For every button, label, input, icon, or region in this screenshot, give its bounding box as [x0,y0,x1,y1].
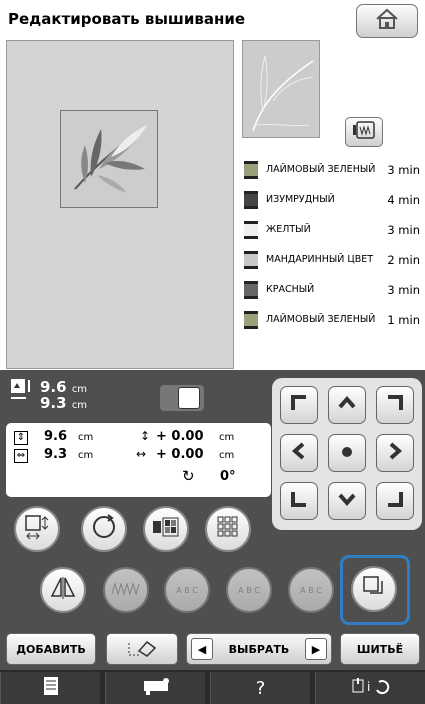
machine-info-button[interactable] [105,672,205,704]
list-item[interactable]: КРАСНЫЙ 3 min [242,275,420,305]
zigzag-icon [111,581,141,600]
corner-up-right-icon [386,394,404,416]
hoop-icon [178,387,200,409]
rotate-button[interactable] [81,506,127,552]
add-button[interactable]: ДОБАВИТЬ [6,633,96,665]
frame-outline-button[interactable] [351,566,397,612]
frame-outline-icon [362,575,386,603]
height-value: 9.6 [44,429,68,444]
design-thumbnail [242,40,320,138]
grid-icon [216,515,240,543]
triangle-left-icon: ◀ [197,642,207,656]
corner-down-left-icon [290,490,308,512]
chevron-right-icon [386,442,404,464]
select-label: ВЫБРАТЬ [228,642,290,656]
rotate-icon [90,513,118,545]
hoop-size-indicator [160,385,204,411]
list-item[interactable]: ЛАЙМОВЫЙ ЗЕЛЕНЫЙ 3 min [242,155,420,185]
help-button[interactable]: ? [210,672,310,704]
center-dot-icon [340,444,354,463]
text-spacing-button[interactable]: A B C [164,567,210,613]
list-item[interactable]: МАНДАРИННЫЙ ЦВЕТ 2 min [242,245,420,275]
move-up-right-button[interactable] [376,386,414,424]
vertical-offset-icon: ↕ [140,429,151,443]
mirror-button[interactable] [40,567,86,613]
width-icon: ⇔ [14,449,28,463]
mirror-icon [50,576,76,604]
thread-spool-icon [244,221,258,239]
vertical-offset: + 0.00 [156,429,204,444]
size-height: 9.3 [40,394,67,412]
move-right-button[interactable] [376,434,414,472]
select-prev-button[interactable]: ◀ [191,638,213,660]
thread-spool-icon [244,251,258,269]
height-icon: ⇕ [14,431,28,445]
settings-icon: i [351,676,391,701]
page-title: Редактировать вышивание [8,10,246,28]
leaf-design-icon [74,125,147,193]
embroidery-design[interactable] [60,110,158,208]
size-icon [10,378,34,406]
sew-button[interactable]: ШИТЬЁ [340,633,420,665]
triangle-right-icon: ▶ [311,642,321,656]
horizontal-offset: + 0.00 [156,447,204,462]
text-style-icon: A B C [300,585,322,595]
chevron-left-icon [290,442,308,464]
delete-button[interactable] [106,633,178,665]
corner-down-right-icon [386,490,404,512]
list-item[interactable]: ИЗУМРУДНЫЙ 4 min [242,185,420,215]
move-left-button[interactable] [280,434,318,472]
resize-icon [24,514,50,544]
home-button[interactable] [356,4,418,38]
rotation-angle: 0° [220,469,236,484]
thread-spool-icon [244,161,258,179]
hoop-frame-icon [352,121,376,143]
move-down-button[interactable] [328,482,366,520]
resize-button[interactable] [14,506,60,552]
horizontal-offset-icon: ↔ [136,447,147,461]
center-button[interactable] [328,434,366,472]
thread-palette-icon [152,516,180,542]
sewing-machine-icon [140,677,172,700]
move-down-left-button[interactable] [280,482,318,520]
list-item[interactable]: ЛАЙМОВЫЙ ЗЕЛЕНЫЙ 1 min [242,305,420,335]
color-change-button[interactable] [143,506,189,552]
border-button[interactable] [103,567,149,613]
move-down-right-button[interactable] [376,482,414,520]
eraser-icon [127,639,157,660]
arc-text-button[interactable]: A B C [226,567,272,613]
leaf-thumbnail-icon [252,55,314,132]
sewing-guide-button[interactable] [0,672,100,704]
text-spacing-icon: A B C [176,585,198,595]
select-control: ◀ ВЫБРАТЬ ▶ [186,633,332,665]
density-button[interactable] [205,506,251,552]
size-position-panel: ⇕ 9.6 cm ⇔ 9.3 cm ↕ + 0.00 cm ↔ + 0.00 c… [6,423,271,497]
width-value: 9.3 [44,447,68,462]
move-up-left-button[interactable] [280,386,318,424]
chevron-down-icon [338,490,356,512]
hoop-frame-button[interactable] [345,117,383,147]
move-pad [272,378,422,530]
document-icon [43,676,59,701]
rotation-icon: ↻ [182,467,195,485]
settings-button[interactable]: i [315,672,425,704]
text-style-button[interactable]: A B C [288,567,334,613]
chevron-up-icon [338,394,356,416]
select-next-button[interactable]: ▶ [305,638,327,660]
move-up-button[interactable] [328,386,366,424]
thread-spool-icon [244,311,258,329]
thread-spool-icon [244,191,258,209]
svg-text:i: i [367,680,370,694]
thread-color-list: ЛАЙМОВЫЙ ЗЕЛЕНЫЙ 3 min ИЗУМРУДНЫЙ 4 min ЖЕ… [242,155,420,370]
list-item[interactable]: ЖЕЛТЫЙ 3 min [242,215,420,245]
arc-text-icon: A B C [238,585,260,595]
thread-spool-icon [244,281,258,299]
home-icon [375,8,399,34]
corner-up-left-icon [290,394,308,416]
